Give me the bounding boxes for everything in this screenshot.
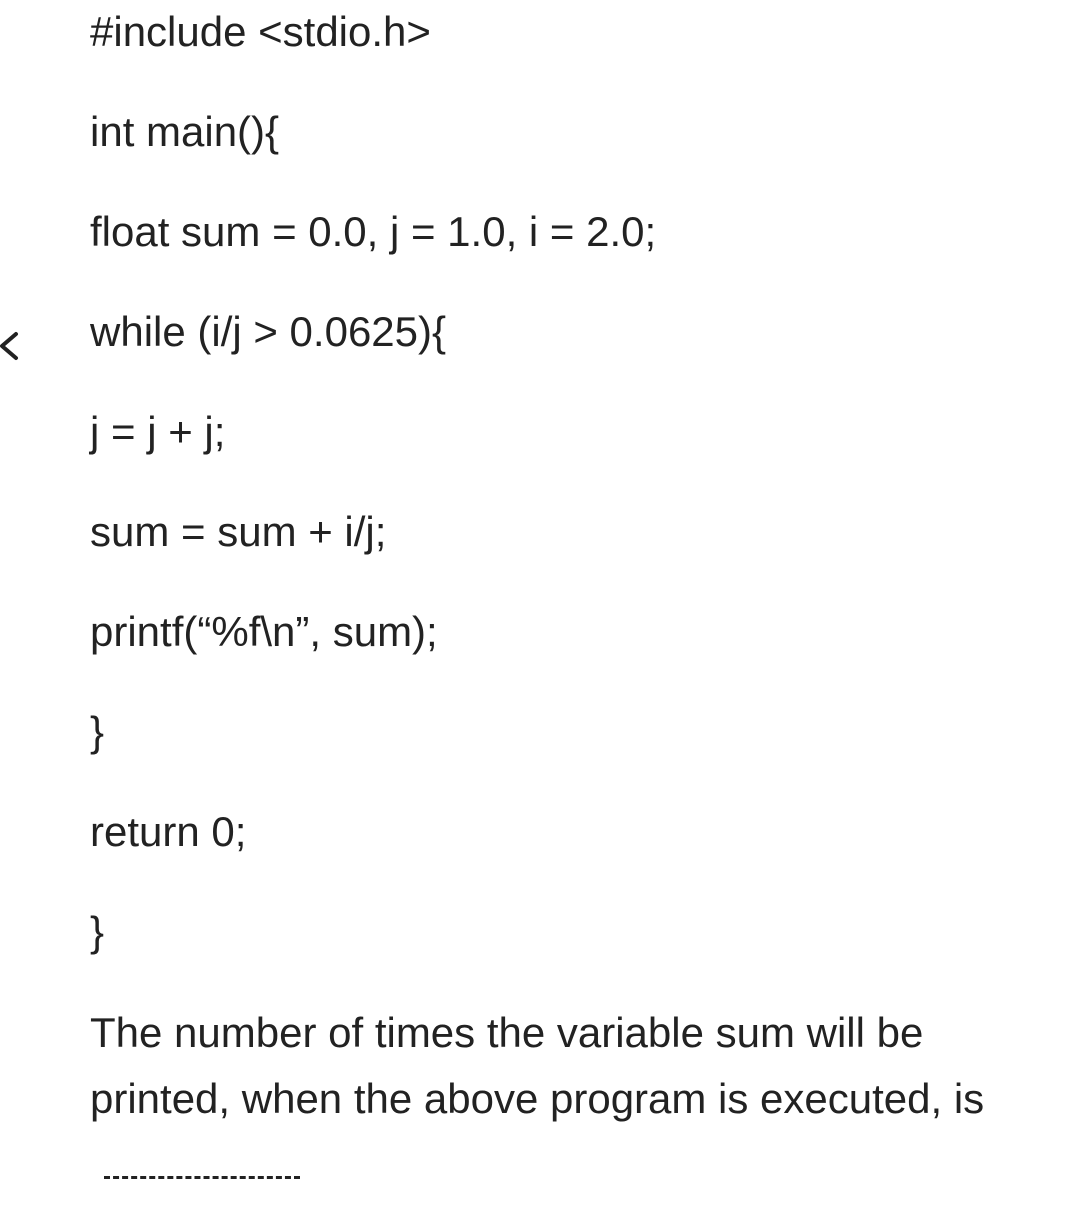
- chevron-left-icon[interactable]: [0, 326, 26, 366]
- code-line-close-while: }: [90, 708, 105, 755]
- code-line-close-main: }: [90, 908, 105, 955]
- code-line-sum: sum = sum + i/j;: [90, 508, 387, 555]
- code-line-decl: float sum = 0.0, j = 1.0, i = 2.0;: [90, 208, 657, 255]
- code-line-include: #include <stdio.h>: [90, 8, 431, 55]
- question-page: #include <stdio.h> int main(){ float sum…: [0, 0, 1076, 1216]
- code-line-printf: printf(“%f\n”, sum);: [90, 608, 438, 655]
- question-prompt: The number of times the variable sum wil…: [90, 1009, 985, 1122]
- code-line-j-update: j = j + j;: [90, 408, 226, 455]
- question-text: The number of times the variable sum wil…: [90, 1000, 1060, 1198]
- code-line-while: while (i/j > 0.0625){: [90, 308, 447, 355]
- code-line-return: return 0;: [90, 808, 247, 855]
- answer-blank: [104, 1174, 300, 1179]
- code-line-main: int main(){: [90, 108, 280, 155]
